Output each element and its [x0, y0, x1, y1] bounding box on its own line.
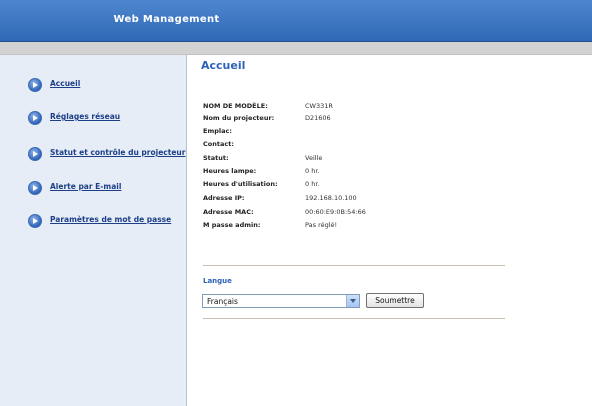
arrow-circle-icon — [28, 111, 42, 125]
dropdown-arrow-icon[interactable] — [346, 295, 359, 307]
sidebar-item-label[interactable]: Paramètres de mot de passe — [50, 215, 171, 224]
sidebar-item-reglages-reseau[interactable]: Réglages réseau — [0, 108, 186, 128]
sidebar: Accueil Réglages réseau Statut et contrô… — [0, 55, 187, 406]
page-title: Accueil — [201, 59, 246, 72]
mac-address-value: 00:60:E9:0B:54:66 — [305, 208, 366, 216]
language-title: Langue — [203, 277, 232, 285]
info-row: M passe admin: Pas réglé! — [203, 221, 523, 232]
sidebar-item-label[interactable]: Alerte par E-mail — [50, 182, 121, 191]
app-title: Web Management — [113, 14, 220, 25]
info-value: Pas réglé! — [305, 221, 338, 229]
header-bar: Web Management — [0, 0, 592, 42]
info-label: Statut: — [203, 154, 229, 162]
arrow-circle-icon — [28, 147, 42, 161]
sidebar-item-label[interactable]: Réglages réseau — [50, 112, 120, 121]
arrow-circle-icon — [28, 181, 42, 195]
sidebar-item-label[interactable]: Accueil — [50, 79, 80, 88]
info-label: Contact: — [203, 140, 234, 148]
submit-button[interactable]: Soumettre — [366, 293, 424, 308]
info-label: NOM DE MODÈLE: — [203, 102, 268, 110]
info-label: Emplac: — [203, 127, 232, 135]
ip-address-value: 192.168.10.100 — [305, 194, 357, 202]
divider — [203, 318, 505, 319]
sidebar-item-accueil[interactable]: Accueil — [0, 75, 186, 95]
info-row: Adresse MAC: 00:60:E9:0B:54:66 — [203, 208, 523, 219]
info-value: 0 hr. — [305, 167, 320, 175]
info-row: Heures d'utilisation: 0 hr. — [203, 180, 523, 191]
info-row: Nom du projecteur: D21606 — [203, 114, 523, 125]
info-label: Adresse IP: — [203, 194, 245, 202]
info-value: D21606 — [305, 114, 331, 122]
info-row: Emplac: — [203, 127, 523, 138]
info-label: M passe admin: — [203, 221, 261, 229]
arrow-circle-icon — [28, 78, 42, 92]
arrow-circle-icon — [28, 214, 42, 228]
info-label: Heures lampe: — [203, 167, 257, 175]
info-label: Heures d'utilisation: — [203, 180, 278, 188]
status-value: Veille — [305, 154, 323, 162]
info-row: Adresse IP: 192.168.10.100 — [203, 194, 523, 205]
info-value: 0 hr. — [305, 180, 320, 188]
info-row: Contact: — [203, 140, 523, 151]
info-label: Nom du projecteur: — [203, 114, 275, 122]
info-row: Statut: Veille — [203, 154, 523, 165]
sub-header-bar — [0, 42, 592, 55]
sidebar-item-alerte-email[interactable]: Alerte par E-mail — [0, 178, 186, 198]
info-label: Adresse MAC: — [203, 208, 254, 216]
language-select-value[interactable]: Français — [207, 297, 238, 306]
info-value: CW331R — [305, 102, 333, 110]
language-select[interactable]: Français — [202, 294, 360, 308]
sidebar-item-statut-controle[interactable]: Statut et contrôle du projecteur — [0, 144, 186, 164]
divider — [203, 265, 505, 266]
info-row: NOM DE MODÈLE: CW331R — [203, 102, 523, 113]
sidebar-item-label[interactable]: Statut et contrôle du projecteur — [50, 148, 185, 157]
sidebar-item-mot-de-passe[interactable]: Paramètres de mot de passe — [0, 211, 186, 231]
info-row: Heures lampe: 0 hr. — [203, 167, 523, 178]
